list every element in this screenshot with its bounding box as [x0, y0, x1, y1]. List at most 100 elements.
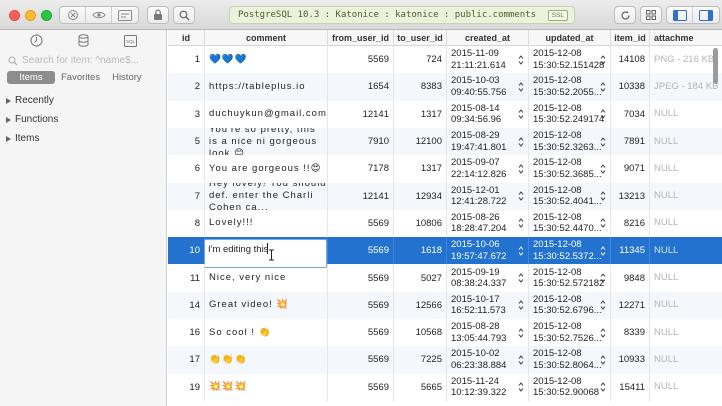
- search-button[interactable]: [173, 6, 195, 24]
- date-stepper-icon[interactable]: [600, 136, 606, 148]
- date-stepper-icon[interactable]: [600, 190, 606, 202]
- cell-from-user-id[interactable]: 7910: [328, 127, 394, 156]
- table-row[interactable]: 16 So cool ! 👏 5569 10568 2015-08-28 13:05:44…: [168, 319, 722, 347]
- cell-to-user-id[interactable]: 12934: [394, 182, 447, 210]
- cell-comment[interactable]: Lovely!!!: [205, 209, 328, 238]
- cell-id[interactable]: 16: [168, 319, 205, 347]
- cell-comment[interactable]: 👏👏👏: [205, 346, 328, 374]
- cell-created-at[interactable]: 2015-09-07 22:14:12.826: [447, 155, 529, 183]
- table-row[interactable]: 7 Hey lovely! You should def. enter the C…: [168, 182, 722, 210]
- date-stepper-icon[interactable]: [600, 299, 606, 311]
- cell-id[interactable]: 14: [168, 291, 205, 319]
- sidebar-search-input[interactable]: Search for item: ^name$...: [6, 52, 160, 69]
- cell-from-user-id[interactable]: 12141: [328, 100, 394, 128]
- cell-created-at[interactable]: 2015-11-09 21:11:21.614: [447, 46, 529, 74]
- cell-id[interactable]: 11: [168, 264, 205, 292]
- cell-comment[interactable]: So cool ! 👏: [205, 319, 328, 347]
- cell-from-user-id[interactable]: 5569: [328, 237, 394, 265]
- cell-item-id[interactable]: 12271: [611, 291, 650, 319]
- date-stepper-icon[interactable]: [600, 108, 606, 120]
- cell-attachment[interactable]: NULL: [650, 210, 722, 237]
- cell-updated-at[interactable]: 2015-12-08 15:30:52.2055...: [529, 73, 611, 101]
- cell-item-id[interactable]: 7891: [611, 127, 650, 156]
- cell-item-id[interactable]: 15411: [611, 373, 650, 401]
- cell-created-at[interactable]: 2015-11-24 10:12:39.322: [447, 373, 529, 401]
- cell-to-user-id[interactable]: 1317: [394, 155, 447, 183]
- cell-updated-at[interactable]: 2015-12-08 15:30:52.3263...: [529, 127, 611, 156]
- cell-item-id[interactable]: 10338: [611, 73, 650, 101]
- cell-to-user-id[interactable]: 8383: [394, 73, 447, 101]
- cell-updated-at[interactable]: 2015-12-08 15:30:52.5372...: [529, 237, 611, 265]
- cell-id[interactable]: 6: [168, 155, 205, 183]
- date-stepper-icon[interactable]: [518, 163, 524, 175]
- date-stepper-icon[interactable]: [600, 354, 606, 366]
- cell-item-id[interactable]: 11345: [611, 237, 650, 265]
- cell-attachment[interactable]: NULL: [650, 155, 722, 182]
- table-row[interactable]: 11 Nice, very nice 5569 5027 2015-09-19 08:38…: [168, 264, 722, 292]
- cell-id[interactable]: 10: [168, 237, 205, 265]
- tree-item-functions[interactable]: Functions: [0, 110, 166, 129]
- tree-item-recently[interactable]: Recently: [0, 91, 166, 110]
- date-stepper-icon[interactable]: [518, 54, 524, 66]
- toggle-right-panel-button[interactable]: [693, 7, 719, 23]
- cell-id[interactable]: 19: [168, 373, 205, 401]
- cell-updated-at[interactable]: 2015-12-08 15:30:52.90068: [529, 373, 611, 401]
- cell-updated-at[interactable]: 2015-12-08 15:30:52.249174: [529, 100, 611, 128]
- cell-comment[interactable]: duchuykun@gmail.com: [205, 100, 328, 128]
- cell-created-at[interactable]: 2015-12-01 12:41:28.722: [447, 182, 529, 210]
- cell-from-user-id[interactable]: 5569: [328, 319, 394, 347]
- tree-item-items[interactable]: Items: [0, 129, 166, 148]
- cell-attachment[interactable]: NULL: [650, 237, 722, 264]
- cell-id[interactable]: 8: [168, 209, 205, 238]
- cell-to-user-id[interactable]: 7225: [394, 346, 447, 374]
- column-header-attachme[interactable]: attachme: [650, 30, 722, 46]
- date-stepper-icon[interactable]: [518, 327, 524, 339]
- cell-created-at[interactable]: 2015-08-28 13:05:44.793: [447, 319, 529, 347]
- table-row[interactable]: 14 Great video! 💥 5569 12566 2015-10-17 16:52…: [168, 291, 722, 319]
- cell-id[interactable]: 7: [168, 182, 205, 210]
- table-row[interactable]: 1 💙💙💙 5569 724 2015-11-09 21:11:21.614 2015-12…: [168, 46, 722, 74]
- cell-comment[interactable]: Hey lovely! You should def. enter the Ch…: [205, 182, 328, 210]
- cell-from-user-id[interactable]: 12141: [328, 182, 394, 210]
- date-stepper-icon[interactable]: [518, 299, 524, 311]
- column-header-item-id[interactable]: item_id: [611, 30, 650, 46]
- cell-attachment[interactable]: NULL: [650, 183, 722, 210]
- cell-from-user-id[interactable]: 5569: [328, 209, 394, 238]
- cell-from-user-id[interactable]: 1654: [328, 73, 394, 101]
- cell-created-at[interactable]: 2015-10-02 06:23:38.884: [447, 346, 529, 374]
- lock-button[interactable]: [147, 6, 169, 24]
- cell-item-id[interactable]: 7034: [611, 100, 650, 128]
- cell-to-user-id[interactable]: 1618: [394, 237, 447, 265]
- minimize-window-button[interactable]: [25, 10, 36, 21]
- cell-from-user-id[interactable]: 5569: [328, 373, 394, 401]
- column-header-id[interactable]: id: [168, 30, 205, 46]
- cell-item-id[interactable]: 14108: [611, 46, 650, 74]
- cell-updated-at[interactable]: 2015-12-08 15:30:52.4470...: [529, 209, 611, 238]
- cell-id[interactable]: 17: [168, 346, 205, 374]
- cell-created-at[interactable]: 2015-10-17 16:52:11.573: [447, 291, 529, 319]
- table-row[interactable]: 6 You are gorgeous !!😍 7178 1317 2015-09-07 2…: [168, 155, 722, 183]
- cell-to-user-id[interactable]: 12566: [394, 291, 447, 319]
- date-stepper-icon[interactable]: [518, 381, 524, 393]
- cell-updated-at[interactable]: 2015-12-08 15:30:52.8064...: [529, 346, 611, 374]
- cell-created-at[interactable]: 2015-10-03 09:40:55.756: [447, 73, 529, 101]
- cell-item-id[interactable]: 8216: [611, 209, 650, 238]
- sql-query-icon[interactable]: SQL: [123, 34, 137, 47]
- cell-from-user-id[interactable]: 5569: [328, 291, 394, 319]
- date-stepper-icon[interactable]: [600, 327, 606, 339]
- date-stepper-icon[interactable]: [600, 54, 606, 66]
- cell-comment[interactable]: You are gorgeous !!😍: [205, 155, 328, 183]
- sidebar-tab-favorites[interactable]: Favorites: [55, 71, 106, 84]
- cell-to-user-id[interactable]: 724: [394, 46, 447, 74]
- cell-comment[interactable]: You're so pretty, this is a nice ni gorg…: [205, 127, 328, 156]
- cell-attachment[interactable]: JPEG - 184 KB: [650, 73, 722, 100]
- preview-button[interactable]: [86, 7, 112, 23]
- sql-editor-button[interactable]: [112, 7, 138, 23]
- cell-attachment[interactable]: NULL: [650, 292, 722, 319]
- cell-updated-at[interactable]: 2015-12-08 15:30:52.151428: [529, 46, 611, 74]
- cell-updated-at[interactable]: 2015-12-08 15:30:52.3685...: [529, 155, 611, 183]
- disclosure-triangle-icon[interactable]: [6, 116, 11, 123]
- date-stepper-icon[interactable]: [600, 81, 606, 93]
- cell-from-user-id[interactable]: 7178: [328, 155, 394, 183]
- cell-item-id[interactable]: 13213: [611, 182, 650, 210]
